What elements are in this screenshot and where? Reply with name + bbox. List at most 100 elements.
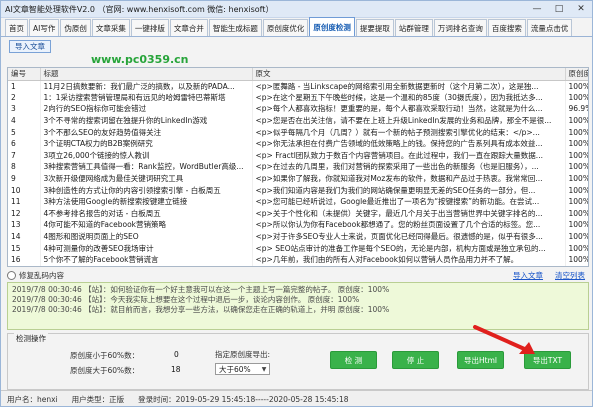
cell-originality: 100% (565, 184, 588, 196)
cell-no: 10 (8, 184, 41, 196)
chevron-down-icon: ▼ (261, 365, 267, 373)
maximize-button[interactable]: □ (548, 1, 570, 17)
stop-button[interactable]: 停 止 (392, 351, 439, 369)
cell-title: 4种可测量你的改善SEO我场审计 (40, 242, 253, 254)
article-table[interactable]: 编号 标题 原文 原创度 1 11月2日搞数要新：我们最广泛的搞数，以及新的PAD… (7, 67, 589, 267)
status-login-time: 登录时间：2019-05-29 15:45:18-----2020-05-28 … (138, 395, 349, 404)
table-row[interactable]: 13 4你可能不知道的Facebook营销策略 <p>所以你认为你有Facebook… (8, 219, 588, 231)
above-60-label: 原创度大于60%数： (70, 366, 140, 375)
export-html-button[interactable]: 导出Html (457, 351, 504, 369)
tab-11[interactable]: 万词排名查询 (433, 19, 487, 36)
detect-button[interactable]: 检 测 (330, 351, 377, 369)
tab-6[interactable]: 智能生成标题 (208, 19, 262, 36)
cell-no: 9 (8, 172, 41, 185)
cell-originality: 100% (565, 253, 588, 266)
tab-5[interactable]: 文章合并 (169, 19, 208, 36)
cell-source: <p>在这个星期五下午晚些时候，这是一个温和的85度（30摄氏度），因为我抵达多… (252, 91, 566, 104)
toolbar: 导入文章 (1, 37, 592, 55)
close-button[interactable]: ✕ (570, 1, 592, 17)
tab-1[interactable]: AI写作 (29, 19, 60, 36)
cell-source: <p>几年前，我们由的所有人对Facebook如何以营销人员作品用力并不了解。 (252, 253, 566, 266)
cell-no: 11 (8, 195, 41, 208)
table-row[interactable]: 3 2向行的SEO指标你可能会错过 <p>每个人都喜欢指标！更重要的是，每个人都喜欢… (8, 103, 588, 115)
cell-originality: 100% (565, 114, 588, 127)
cell-source: <p>关于个性化和（未提供）关键字，最近几个月关于出当营销世界中关键字排名的..… (252, 207, 566, 220)
import-article-button[interactable]: 导入文章 (9, 39, 51, 53)
column-header-title[interactable]: 标题 (40, 68, 253, 81)
cell-title: 3次新开级便网络成为最佳关键词研究工具 (40, 172, 253, 185)
cell-title: 4图形和图说明页面上的SEO (40, 230, 253, 243)
cell-title: 11月2日搞数要新：我们最广泛的搞数，以及新的PADA... (40, 80, 253, 92)
cell-no: 8 (8, 161, 41, 173)
cell-title: 4你可能不知道的Facebook营销策略 (40, 219, 253, 231)
log-panel: 2019/7/8 00:30:46 【站】：如何验证你有一个好主意我可以在这一个… (7, 282, 589, 330)
cell-source: <p>您可能已经听说过，Google最近推出了一项名为“按键搜索”的新功能。在尝… (252, 195, 566, 208)
tab-13[interactable]: 流量点击优 (526, 19, 573, 36)
cell-title: 3项立26,000个链接的惊人教训 (40, 149, 253, 162)
cell-source: <p> Fractl团队致力于数百个内容营销项目。在此过程中，我们一直在跟踪大量… (252, 149, 566, 162)
tab-2[interactable]: 伪原创 (60, 19, 91, 36)
table-row[interactable]: 12 4不参考排名报告的对话 - 白板周五 <p>关于个性化和（未提供）关键字，最近… (8, 207, 588, 220)
title-bar: AI文章智能处理软件V2.0 （官网: www.henxisoft.com 微信… (1, 1, 592, 18)
repair-garbled-radio[interactable] (7, 270, 16, 280)
table-row[interactable]: 5 3个不那么SEO的友好趋势值得关注 <p>似乎每隔几个月（几周？）就有一个新的帖… (8, 126, 588, 138)
options-row: 修复乱码内容 导入文章 清空列表 (7, 269, 589, 281)
threshold-select-value: 大于60% (219, 364, 251, 374)
cell-no: 13 (8, 219, 41, 231)
table-row[interactable]: 8 3种搜索营销工具值得一看：Rank监控，WordButler高级... <p>在… (8, 161, 588, 173)
cell-no: 3 (8, 103, 41, 115)
log-line: 2019/7/8 00:30:46 【站】：就目前而言，我想分享一些方法，以确保… (12, 305, 390, 314)
cell-no: 5 (8, 126, 41, 138)
table-row[interactable]: 4 3个不寻常的搜索词留在独提升你的LinkedIn游戏 <p>您是否在出关注信，请… (8, 114, 588, 127)
cell-source: <p>匿舞路 - 当Linkscape的网络索引用全新数据更新时（这个月第二次）… (252, 80, 566, 92)
table-row[interactable]: 6 3个证明CTA权力的B2B案例研究 <p>你无法承担在付费广告领域的低效策略上的… (8, 137, 588, 150)
column-header-no[interactable]: 编号 (8, 68, 41, 81)
table-row[interactable]: 1 11月2日搞数要新：我们最广泛的搞数，以及新的PADA... <p>匿舞路 - … (8, 80, 588, 92)
table-row[interactable]: 9 3次新开级便网络成为最佳关键词研究工具 <p>如果你了解我，你就知道我对Moz发… (8, 172, 588, 185)
table-row[interactable]: 11 3种方法使用Google的新搜索按键建立链接 <p>您可能已经听说过，Goog… (8, 195, 588, 208)
tab-8[interactable]: 原创度检测 (309, 17, 355, 36)
table-row[interactable]: 15 4种可测量你的改善SEO我场审计 <p> SEO站点审计的准备工作是每个SEO… (8, 242, 588, 254)
export-txt-button[interactable]: 导出TXT (524, 351, 571, 369)
table-header-row: 编号 标题 原文 原创度 (8, 68, 588, 81)
cell-source: <p>如果你了解我，你就知道我对Moz发布的软件，数据和产品过于热衷。我常常回.… (252, 172, 566, 185)
clear-list-link[interactable]: 清空列表 (555, 270, 585, 281)
tab-10[interactable]: 站群管理 (394, 19, 433, 36)
cell-no: 6 (8, 137, 41, 150)
cell-originality: 100% (565, 195, 588, 208)
tab-7[interactable]: 原创度优化 (262, 19, 309, 36)
detection-panel-title: 检测操作 (14, 333, 48, 344)
cell-source: <p>每个人都喜欢指标！更重要的是，每个人都喜欢采取行动！当然，这就是为什么..… (252, 103, 566, 115)
table-row[interactable]: 14 4图形和图说明页面上的SEO <p>对于许多SEO专业人士来说，页面优化已经同… (8, 230, 588, 243)
threshold-select[interactable]: 大于60% ▼ (215, 363, 270, 375)
cell-originality: 100% (565, 207, 588, 220)
cell-source: <p>您是否在出关注信，请不要在上班上升级LinkedIn发展的业务和品牌，那全… (252, 114, 566, 127)
cell-originality: 100% (565, 161, 588, 173)
tab-0[interactable]: 首页 (5, 19, 28, 36)
cell-originality: 100% (565, 172, 588, 185)
log-line: 2019/7/8 00:30:46 【站】：如何验证你有一个好主意我可以在这一个… (12, 285, 390, 294)
cell-title: 3个证明CTA权力的B2B案例研究 (40, 137, 253, 150)
column-header-originality[interactable]: 原创度 (565, 68, 588, 81)
minimize-button[interactable]: — (526, 1, 548, 17)
tab-12[interactable]: 百度搜索 (487, 19, 526, 36)
tab-3[interactable]: 文章采集 (91, 19, 130, 36)
log-line: 2019/7/8 00:30:46 【站】：今天我实际上想要在这个过程中退后一步… (12, 295, 360, 304)
table-row[interactable]: 16 5个你不了解的Facebook营销谎言 <p>几年前，我们由的所有人对Face… (8, 253, 588, 266)
cell-title: 3种创造性的方式让你的内容引领搜索引擎 - 白板周五 (40, 184, 253, 196)
cell-originality: 96.9% (565, 103, 588, 115)
cell-no: 7 (8, 149, 41, 162)
cell-title: 3种方法使用Google的新搜索按键建立链接 (40, 195, 253, 208)
import-article-link[interactable]: 导入文章 (513, 270, 543, 281)
table-row[interactable]: 2 1：1采访搜索营销管理局和有远见的哈姆雷特巴蒂斯塔 <p>在这个星期五下午晚些时… (8, 91, 588, 104)
cell-source: <p> SEO站点审计的准备工作是每个SEO的，无论是内部，机构方面或是独立承包… (252, 242, 566, 254)
cell-source: <p>对于许多SEO专业人士来说，页面优化已经同得最后。很遗憾的是，似乎有很多.… (252, 230, 566, 243)
cell-title: 3个不寻常的搜索词留在独提升你的LinkedIn游戏 (40, 114, 253, 127)
tab-9[interactable]: 提要提取 (355, 19, 394, 36)
table-row[interactable]: 7 3项立26,000个链接的惊人教训 <p> Fractl团队致力于数百个内容营销… (8, 149, 588, 162)
table-row[interactable]: 10 3种创造性的方式让你的内容引领搜索引擎 - 白板周五 <p>我们知道内容是我们… (8, 184, 588, 196)
tab-4[interactable]: 一键排版 (130, 19, 169, 36)
export-threshold-label: 指定原创度导出: (215, 350, 271, 359)
cell-source: <p>似乎每隔几个月（几周？）就有一个新的帖子预测搜索引擎优化的结束：</p>.… (252, 126, 566, 138)
column-header-source[interactable]: 原文 (252, 68, 566, 81)
